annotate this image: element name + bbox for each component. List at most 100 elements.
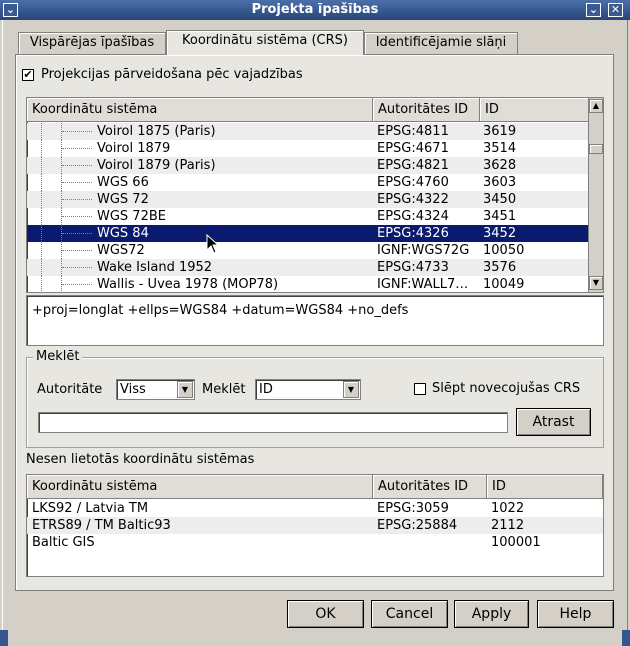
table-row[interactable]: Wallis - Uvea 1978 (MOP78) IGNF:WALL7… 100… [27, 276, 589, 292]
cell-auth: EPSG:4671 [377, 141, 449, 156]
cell-name: Baltic GIS [32, 535, 95, 550]
resize-grip-right[interactable] [622, 630, 630, 646]
table-row[interactable]: Voirol 1879 (Paris) EPSG:4821 3628 [27, 157, 589, 174]
otf-label: Projekcijas pārveidošana pēc vajadzības [41, 67, 303, 82]
search-by-select-value: ID [259, 382, 273, 397]
table-row[interactable]: WGS 84 EPSG:4326 3452 [27, 225, 589, 242]
col-header-name[interactable]: Koordinātu sistēma [27, 98, 373, 121]
tab-identifiable-label: Identificējamie slāņi [375, 35, 507, 50]
cancel-button[interactable]: Cancel [371, 600, 448, 628]
cell-name: LKS92 / Latvia TM [32, 501, 149, 516]
tree-guide [41, 225, 42, 242]
tree-guide [41, 259, 42, 276]
cell-name: WGS 66 [97, 175, 149, 190]
search-by-select[interactable]: ID ▼ [255, 379, 361, 400]
cell-auth: IGNF:WALL7… [377, 277, 469, 292]
cell-id: 3514 [483, 141, 517, 156]
recent-table-header: Koordinātu sistēma Autoritātes ID ID [27, 475, 603, 499]
tree-guide [62, 165, 92, 166]
cell-id: 1022 [491, 501, 525, 516]
tree-guide [62, 148, 92, 149]
cell-id: 3603 [483, 175, 517, 190]
cell-auth: EPSG:4821 [377, 158, 449, 173]
tree-guide [62, 216, 92, 217]
ok-button[interactable]: OK [287, 600, 364, 628]
cell-id: 10050 [483, 243, 525, 258]
tab-identifiable-layers[interactable]: Identificējamie slāņi [364, 32, 518, 54]
tab-general-label: Vispārējas īpašības [29, 35, 155, 50]
cell-id: 3450 [483, 192, 517, 207]
table-row[interactable]: WGS72 IGNF:WGS72G 10050 [27, 242, 589, 259]
window-title: Projekta īpašības [251, 2, 379, 17]
table-row[interactable]: Voirol 1879 EPSG:4671 3514 [27, 140, 589, 157]
table-row[interactable]: WGS 72BE EPSG:4324 3451 [27, 208, 589, 225]
table-row[interactable]: WGS 66 EPSG:4760 3603 [27, 174, 589, 191]
cell-id: 10049 [483, 277, 525, 292]
help-button[interactable]: Help [537, 600, 614, 628]
table-row[interactable]: Voirol 1875 (Paris) EPSG:4811 3619 [27, 123, 589, 140]
cell-name: ETRS89 / TM Baltic93 [32, 518, 171, 533]
cell-name: Voirol 1879 (Paris) [97, 158, 216, 173]
authority-select[interactable]: Viss ▼ [116, 379, 195, 400]
table-row[interactable]: WGS 72 EPSG:4322 3450 [27, 191, 589, 208]
table-row[interactable]: ETRS89 / TM Baltic93 EPSG:25884 2112 [27, 517, 603, 534]
scroll-thumb[interactable] [589, 144, 603, 154]
cell-id: 3628 [483, 158, 517, 173]
hide-deprecated-checkbox[interactable] [414, 383, 426, 395]
minimize-icon[interactable]: ⌄ [586, 3, 601, 17]
mouse-pointer-icon [206, 233, 220, 258]
cell-auth [377, 534, 487, 551]
close-icon[interactable]: ✕ [608, 3, 623, 17]
chevron-down-icon[interactable]: ▼ [177, 381, 193, 398]
recent-col-header-id[interactable]: ID [487, 475, 603, 498]
tree-guide [62, 233, 92, 234]
cell-name: WGS 84 [97, 226, 149, 241]
recent-rows: LKS92 / Latvia TM EPSG:3059 1022 ETRS89 / T… [27, 500, 603, 570]
table-row[interactable]: Baltic GIS 100001 [27, 534, 603, 551]
col-header-authority[interactable]: Autoritātes ID [373, 98, 480, 121]
cell-name: WGS 72 [97, 192, 149, 207]
cell-id: 3576 [483, 260, 517, 275]
recent-col-header-authority[interactable]: Autoritātes ID [373, 475, 487, 498]
tree-guide [62, 267, 92, 268]
tab-crs[interactable]: Koordinātu sistēma (CRS) [166, 30, 364, 55]
recent-table[interactable]: Koordinātu sistēma Autoritātes ID ID LKS… [26, 474, 604, 577]
crs-table[interactable]: Koordinātu sistēma Autoritātes ID ID Voi… [26, 97, 604, 293]
chevron-down-icon[interactable]: ▼ [343, 381, 359, 398]
tree-guide [62, 131, 92, 132]
search-by-label: Meklēt [202, 382, 246, 397]
recent-col-header-name[interactable]: Koordinātu sistēma [27, 475, 373, 498]
title-bar[interactable]: ⌄ Projekta īpašības ⌄ ✕ [0, 0, 630, 20]
tab-crs-label: Koordinātu sistēma (CRS) [182, 33, 348, 48]
crs-table-header: Koordinātu sistēma Autoritātes ID ID [27, 98, 589, 122]
scroll-down-icon[interactable]: ▼ [589, 276, 603, 290]
otf-checkbox[interactable]: ✔ [22, 69, 34, 81]
find-button[interactable]: Atrast [516, 408, 591, 436]
tab-general[interactable]: Vispārējas īpašības [18, 32, 166, 54]
col-header-id[interactable]: ID [480, 98, 589, 121]
cell-name: Voirol 1879 [97, 141, 171, 156]
cell-auth: EPSG:4322 [377, 192, 449, 207]
proj-string-box: +proj=longlat +ellps=WGS84 +datum=WGS84 … [26, 295, 604, 346]
tree-guide [41, 140, 42, 157]
cell-auth: EPSG:3059 [377, 501, 449, 516]
crs-scrollbar[interactable]: ▲ ▼ [588, 98, 603, 292]
tree-guide [62, 284, 92, 285]
recent-label: Nesen lietotās koordinātu sistēmas [26, 452, 255, 467]
search-input[interactable] [38, 412, 508, 433]
crs-rows: Voirol 1875 (Paris) EPSG:4811 3619 Voirol 1… [27, 123, 589, 292]
table-row[interactable]: Wake Island 1952 EPSG:4733 3576 [27, 259, 589, 276]
resize-grip-left[interactable] [0, 630, 8, 646]
cell-auth: EPSG:25884 [377, 518, 458, 533]
cell-auth: EPSG:4811 [377, 124, 449, 139]
cell-id: 3451 [483, 209, 517, 224]
cell-name: Wallis - Uvea 1978 (MOP78) [97, 277, 279, 292]
tree-guide [41, 191, 42, 208]
tree-guide [62, 199, 92, 200]
table-row[interactable]: LKS92 / Latvia TM EPSG:3059 1022 [27, 500, 603, 517]
authority-select-value: Viss [120, 382, 146, 397]
apply-button[interactable]: Apply [454, 600, 529, 628]
cell-id: 3452 [483, 226, 517, 241]
scroll-up-icon[interactable]: ▲ [589, 99, 603, 113]
tree-guide [41, 174, 42, 191]
